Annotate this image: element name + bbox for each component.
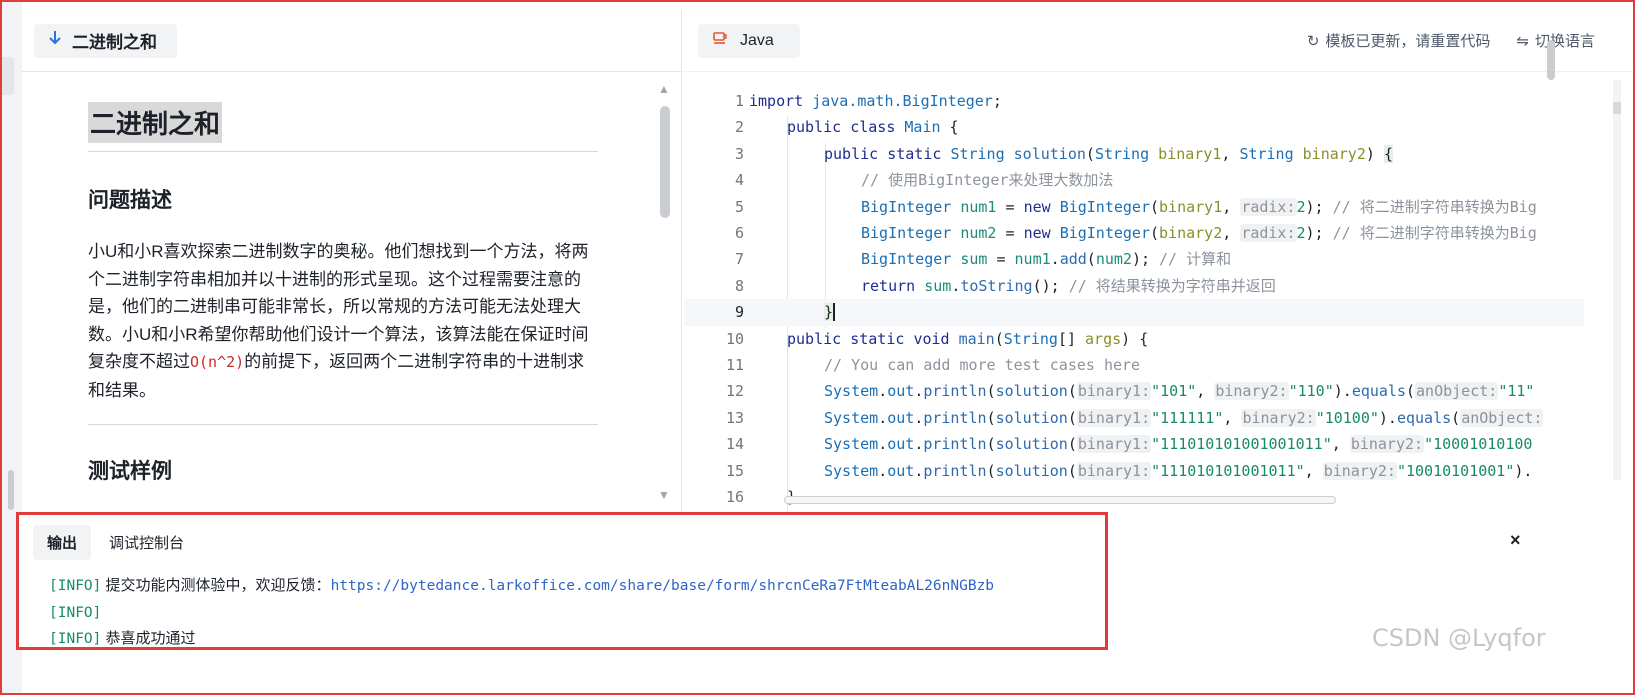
screenshot-border <box>0 0 1635 695</box>
